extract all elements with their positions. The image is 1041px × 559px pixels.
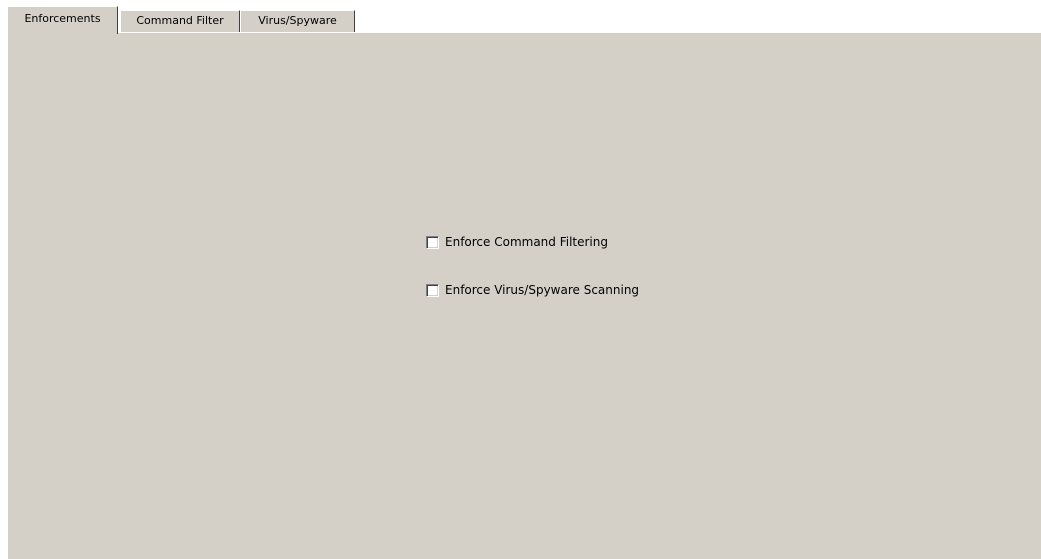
tab-enforcements[interactable]: Enforcements	[7, 6, 118, 34]
tab-command-filter[interactable]: Command Filter	[120, 10, 240, 32]
enforcements-panel: Enforce Command Filtering Enforce Virus/…	[7, 32, 1041, 559]
enforce-virus-spyware-scanning-label: Enforce Virus/Spyware Scanning	[445, 283, 640, 297]
tab-enforcements-label: Enforcements	[24, 12, 101, 25]
enforcement-settings-window: Enforcements Command Filter Virus/Spywar…	[0, 0, 1041, 559]
tab-command-filter-label: Command Filter	[136, 14, 224, 27]
tab-strip: Enforcements Command Filter Virus/Spywar…	[7, 6, 1035, 34]
enforce-virus-spyware-scanning-option[interactable]: Enforce Virus/Spyware Scanning	[426, 282, 639, 298]
tab-virus-spyware[interactable]: Virus/Spyware	[240, 10, 355, 32]
tab-virus-spyware-label: Virus/Spyware	[258, 14, 337, 27]
enforce-virus-spyware-scanning-checkbox[interactable]	[426, 283, 439, 297]
enforce-command-filtering-checkbox[interactable]	[426, 235, 439, 249]
enforce-command-filtering-option[interactable]: Enforce Command Filtering	[426, 234, 608, 250]
enforce-command-filtering-label: Enforce Command Filtering	[445, 235, 608, 249]
